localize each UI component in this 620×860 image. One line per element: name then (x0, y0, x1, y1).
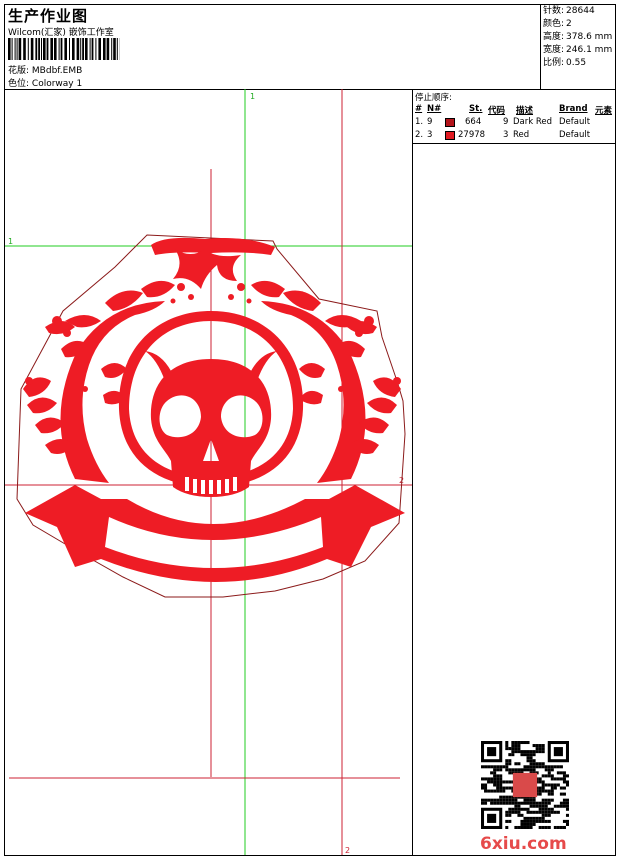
stop-sequence-title: 停止顺序: (415, 93, 452, 103)
seal-logo (512, 772, 538, 798)
col-description: 描述 (516, 106, 534, 116)
col-brand: Brand (559, 104, 588, 114)
skull-emblem (23, 237, 405, 582)
col-element: 元素 (595, 106, 613, 116)
table-row: 2. 3 27978 3 Red Default (415, 130, 591, 140)
studio-name: Wilcom(汇家) 嵌饰工作室 (8, 28, 114, 38)
color-swatch (445, 131, 455, 140)
ribbon-banner (25, 485, 405, 582)
col-needle: N# (427, 104, 442, 114)
guide-marker-2-bottom: 2 (345, 846, 350, 855)
page-title: 生产作业图 (8, 7, 89, 25)
production-sheet: 生产作业图 Wilcom(汇家) 嵌饰工作室 花版: MBdbf.EMB 色位:… (4, 4, 616, 856)
qr-code (481, 741, 569, 829)
stat-width: 宽度: 246.1 mm (543, 45, 613, 55)
stop-sequence-header: # N# St. 代码 描述 Brand 元素 (413, 104, 615, 116)
watermark-text: 6xiu.com (480, 834, 567, 854)
stat-scale: 比例: 0.55 (543, 58, 587, 68)
stop-sequence-panel: 停止顺序: # N# St. 代码 描述 Brand 元素 1. 9 664 9… (413, 89, 615, 144)
sheet-header: 生产作业图 Wilcom(汇家) 嵌饰工作室 花版: MBdbf.EMB 色位:… (5, 5, 615, 90)
embroidery-preview: 1 1 2 2 (5, 89, 412, 855)
design-file-label: 花版: (8, 66, 30, 76)
stat-height: 高度: 378.6 mm (543, 32, 613, 42)
color-swatch (445, 118, 455, 127)
stat-stitches: 针数: 28644 (543, 6, 595, 16)
design-canvas: 1 1 2 2 (5, 89, 413, 855)
table-row: 1. 9 664 9 Dark Red Default (415, 117, 591, 127)
design-stats: 针数: 28644 颜色: 2 高度: 378.6 mm 宽度: 246.1 mm 比例… (540, 5, 616, 89)
guide-marker-1-top: 1 (250, 92, 255, 101)
col-stitches: St. (469, 104, 483, 114)
col-code: 代码 (488, 106, 506, 116)
colorway-value: Colorway 1 (31, 79, 83, 89)
barcode (8, 38, 120, 60)
guide-marker-1-left: 1 (8, 237, 13, 246)
stat-colors: 颜色: 2 (543, 19, 572, 29)
colorway-row: 色位: Colorway 1 (8, 76, 82, 89)
design-file-row: 花版: MBdbf.EMB (8, 63, 82, 76)
design-file-value: MBdbf.EMB (31, 66, 83, 76)
top-flourish (173, 249, 241, 289)
col-index: # (415, 104, 423, 114)
colorway-label: 色位: (8, 79, 30, 89)
